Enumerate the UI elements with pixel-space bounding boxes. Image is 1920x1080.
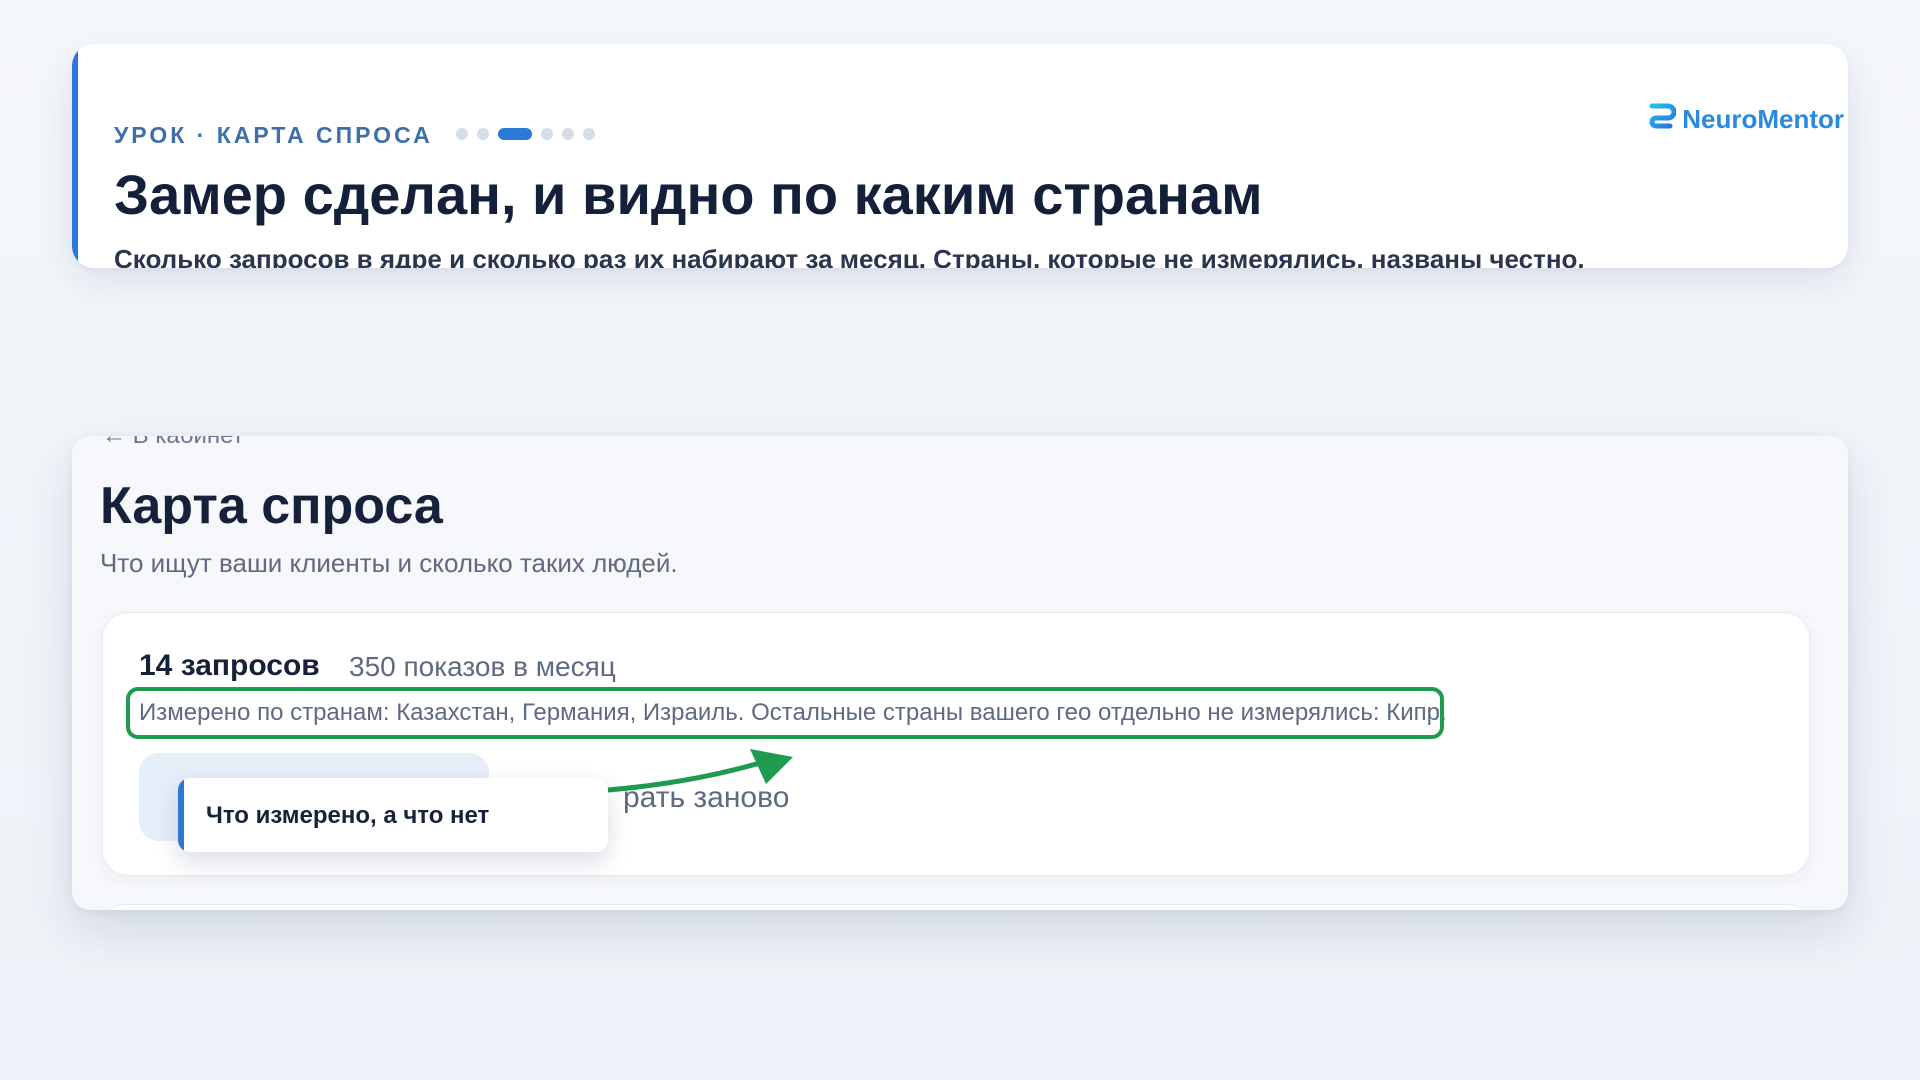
page-subtitle: Что ищут ваши клиенты и сколько таких лю… bbox=[100, 548, 678, 578]
next-card bbox=[102, 904, 1810, 910]
progress-dot bbox=[541, 128, 553, 140]
neuromentor-logo-icon bbox=[1649, 103, 1677, 135]
brand-logo: NeuroMentor bbox=[1646, 102, 1844, 136]
lesson-title: Замер сделан, и видно по каким странам bbox=[114, 163, 1263, 226]
lesson-subtitle: Сколько запросов в ядре и сколько раз их… bbox=[114, 244, 1585, 268]
progress-dot bbox=[562, 128, 574, 140]
progress-dot-current bbox=[498, 128, 532, 140]
progress-dot bbox=[477, 128, 489, 140]
progress-dot bbox=[456, 128, 468, 140]
lesson-kicker: УРОК · КАРТА СПРОСА bbox=[114, 122, 433, 148]
callout-arrow-icon bbox=[605, 749, 793, 793]
brand-name: NeuroMentor bbox=[1682, 103, 1844, 134]
progress-dot bbox=[583, 128, 595, 140]
lesson-progress bbox=[456, 128, 595, 140]
monthly-impressions: 350 показов в месяц bbox=[349, 651, 616, 682]
page-title: Карта спроса bbox=[100, 477, 443, 535]
annotation-callout: Что измерено, а что нет bbox=[178, 778, 608, 852]
callout-text: Что измерено, а что нет bbox=[206, 802, 490, 829]
lesson-accent-bar bbox=[72, 44, 78, 268]
query-count: 14 запросов bbox=[139, 649, 320, 682]
callout-accent-bar bbox=[178, 778, 184, 852]
lesson-header-card: УРОК · КАРТА СПРОСА Замер сделан, и видн… bbox=[72, 44, 1848, 268]
back-to-cabinet-link[interactable]: ← В кабинет bbox=[102, 436, 244, 450]
measured-note-highlight bbox=[126, 687, 1444, 739]
